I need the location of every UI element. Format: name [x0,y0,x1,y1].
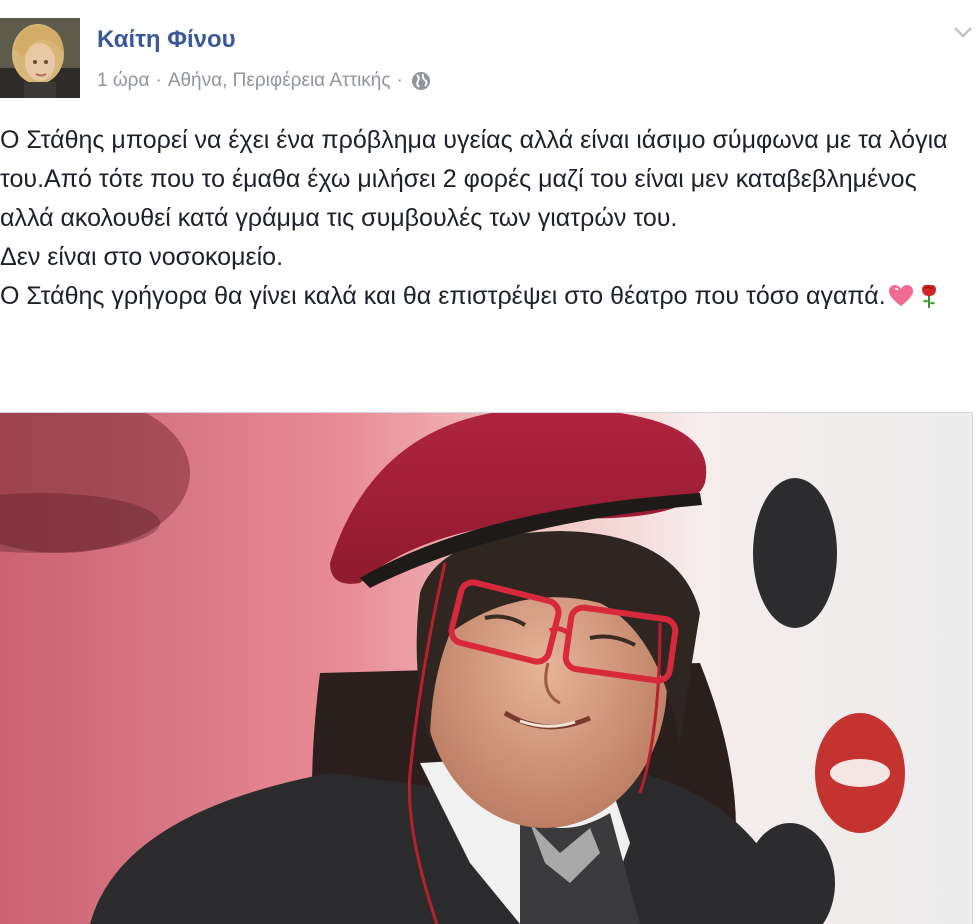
heart-emoji [888,282,914,308]
photo-image [0,413,972,924]
post-text: Ο Στάθης μπορεί να έχει ένα πρόβλημα υγε… [0,121,975,316]
meta-separator: · [155,70,162,91]
author-name[interactable]: Καίτη Φίνου [97,26,236,54]
post-meta: 1 ώρα · Αθήνα, Περιφέρεια Αττικής · [97,70,431,92]
post-location[interactable]: Αθήνα, Περιφέρεια Αττικής [168,70,391,92]
post-paragraph-text: Ο Στάθης γρήγορα θα γίνει καλά και θα επ… [0,282,886,310]
post-paragraph: Δεν είναι στο νοσοκομείο. [0,243,284,271]
post-time[interactable]: 1 ώρα [97,70,149,92]
post-photo[interactable] [0,412,973,924]
chevron-down-icon[interactable] [952,24,974,40]
avatar[interactable] [0,18,80,98]
globe-icon[interactable] [411,71,431,91]
facebook-post: Καίτη Φίνου 1 ώρα · Αθήνα, Περιφέρεια Ατ… [0,0,980,924]
post-paragraph: Ο Στάθης μπορεί να έχει ένα πρόβλημα υγε… [0,126,948,232]
post-paragraph-last: Ο Στάθης γρήγορα θα γίνει καλά και θα επ… [0,277,975,316]
rose-emoji [916,282,942,308]
avatar-photo [0,18,80,98]
meta-separator-2: · [396,70,403,91]
